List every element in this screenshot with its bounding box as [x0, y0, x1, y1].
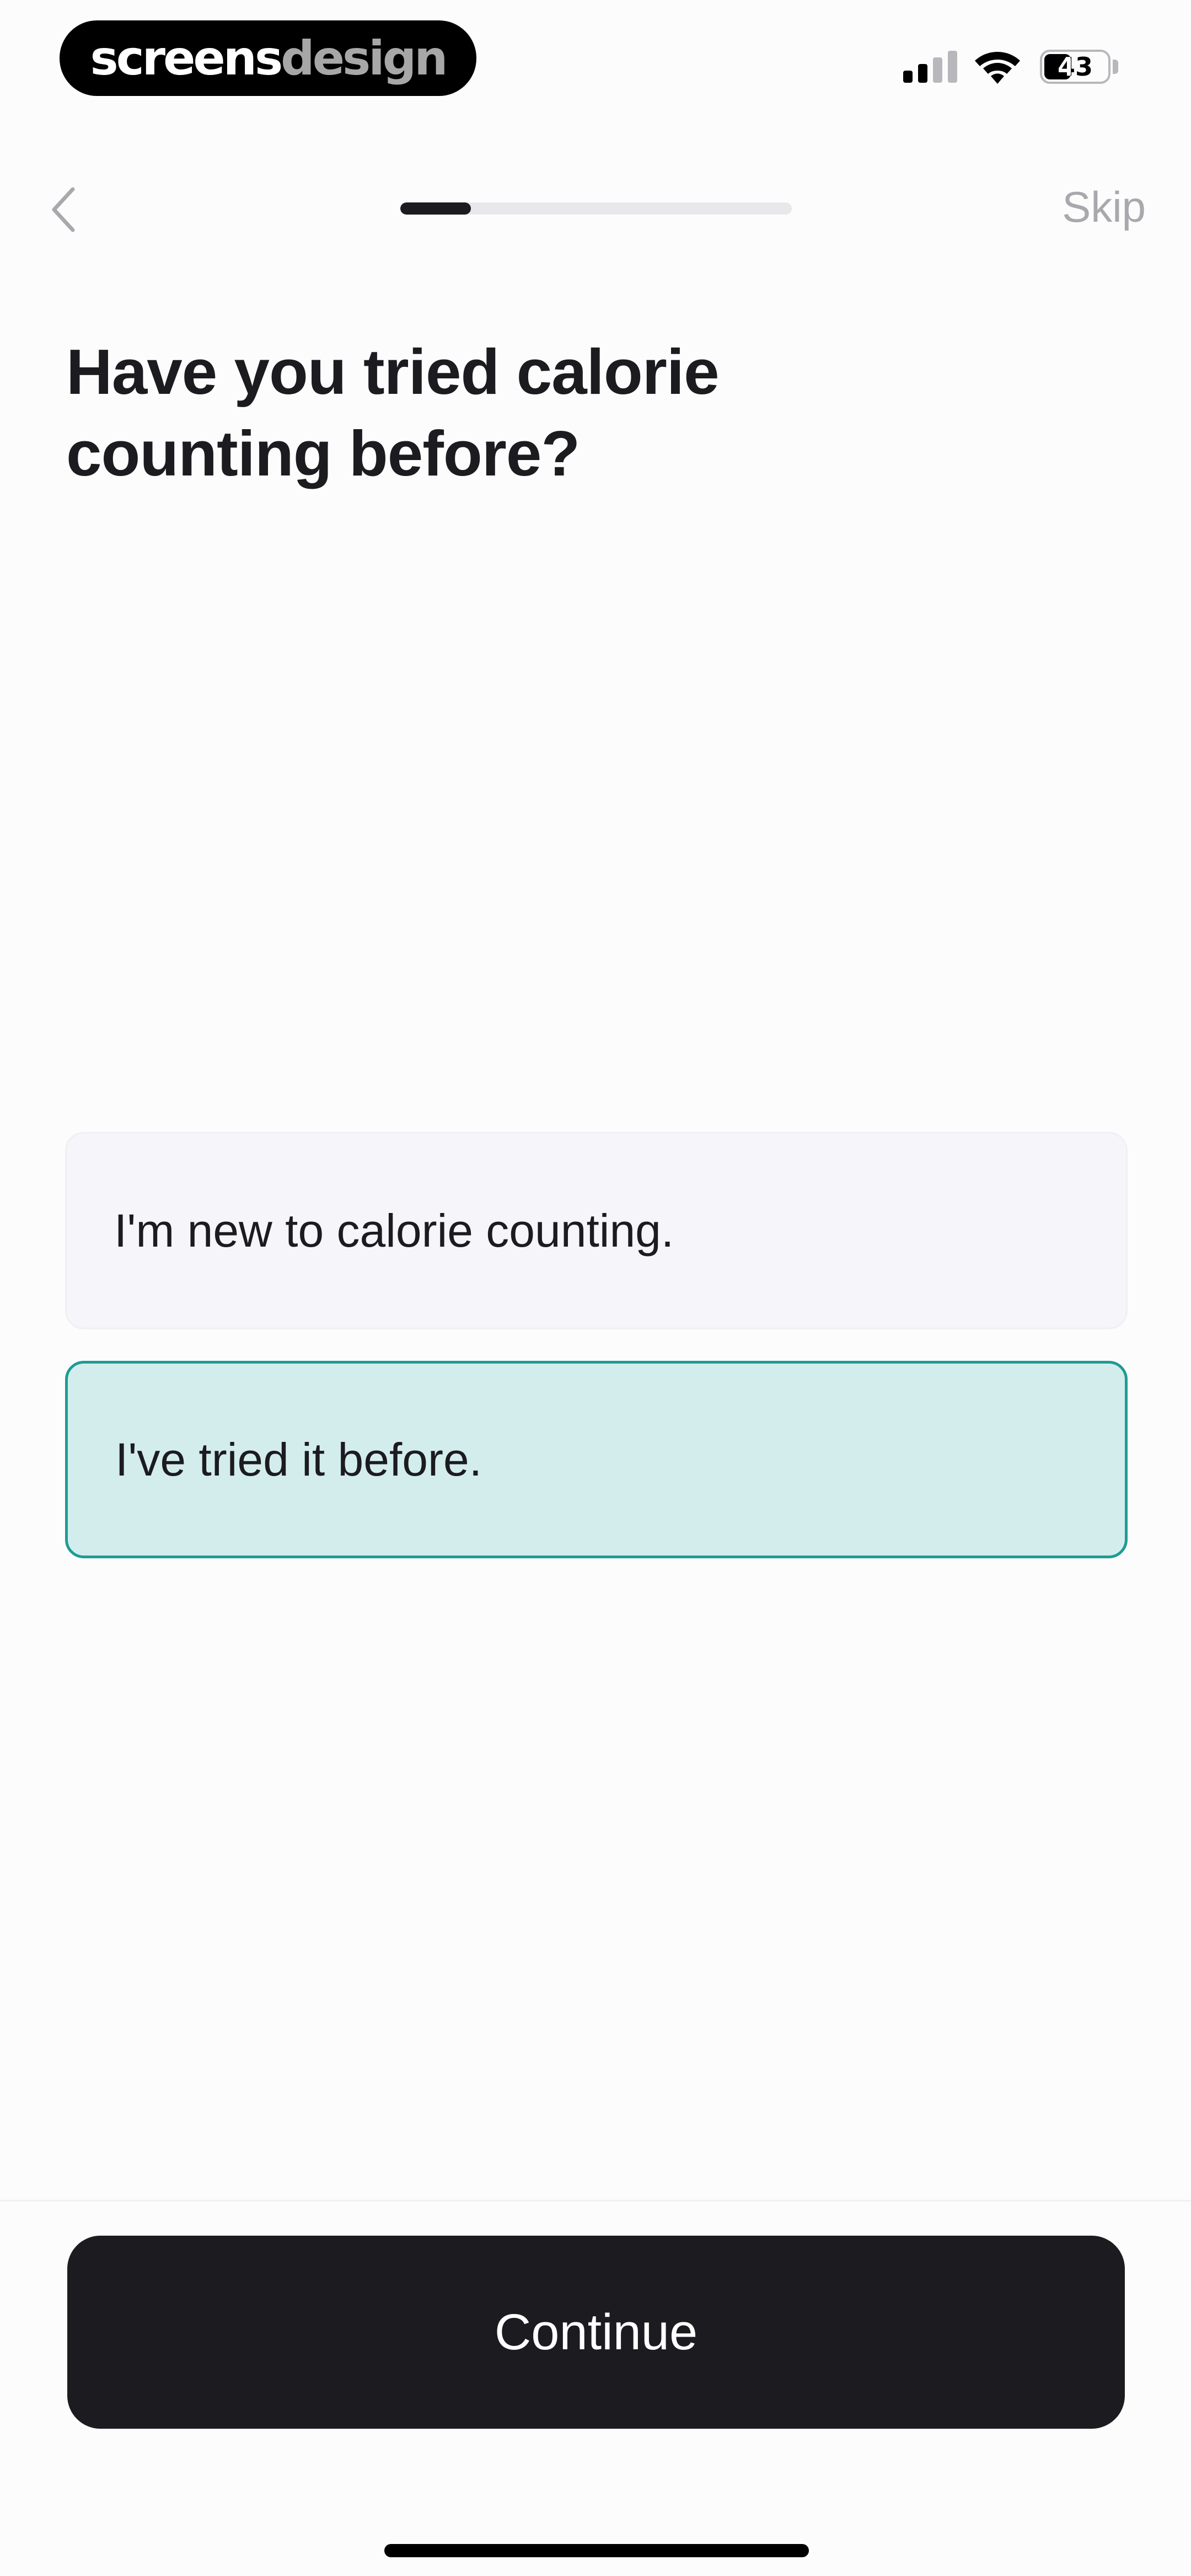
continue-button[interactable]: Continue — [67, 2236, 1125, 2429]
title-line-2: counting before? — [66, 418, 580, 489]
signal-icon — [903, 51, 958, 83]
option-label: I've tried it before. — [115, 1433, 482, 1485]
logo-text-primary: screens — [90, 30, 283, 86]
skip-button[interactable]: Skip — [1062, 182, 1146, 232]
logo-text-secondary: design — [281, 30, 448, 86]
chevron-left-icon — [52, 187, 75, 232]
battery-cap — [1113, 60, 1118, 74]
battery-icon: 43 — [1040, 50, 1110, 84]
title-line-1: Have you tried calorie — [66, 336, 720, 408]
page-title: Have you tried calorie counting before? — [66, 331, 893, 494]
option-tried-before[interactable]: I've tried it before. — [65, 1361, 1128, 1558]
onboarding-progress-bar — [400, 202, 792, 215]
option-new-to-counting[interactable]: I'm new to calorie counting. — [65, 1132, 1128, 1329]
footer-divider — [0, 2200, 1191, 2201]
home-indicator[interactable] — [384, 2544, 809, 2557]
continue-label: Continue — [494, 2304, 698, 2360]
battery-level-text: 43 — [1057, 52, 1093, 82]
screensdesign-logo: screens design — [60, 20, 476, 96]
wifi-icon — [975, 52, 1020, 84]
back-button[interactable] — [44, 179, 83, 240]
option-label: I'm new to calorie counting. — [114, 1204, 674, 1257]
progress-fill — [400, 202, 471, 215]
